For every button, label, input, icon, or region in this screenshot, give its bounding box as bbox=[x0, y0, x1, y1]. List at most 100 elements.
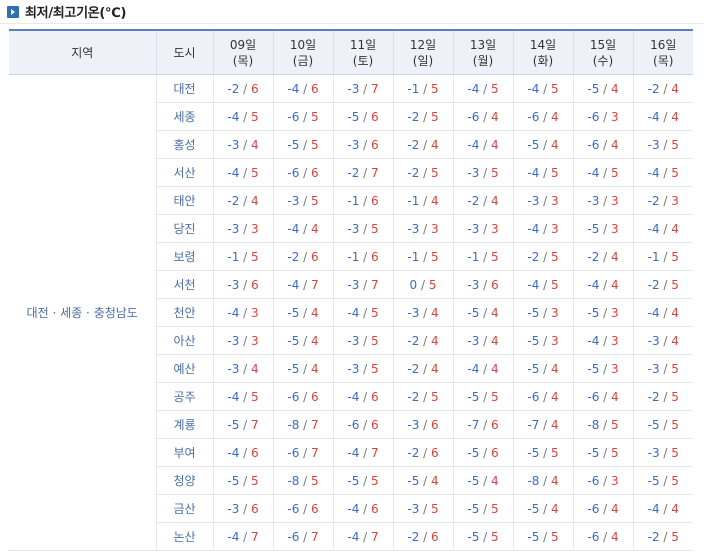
max-temp: 4 bbox=[431, 333, 439, 348]
temp-separator: / bbox=[299, 277, 311, 292]
max-temp: 3 bbox=[611, 361, 619, 376]
city-name: 당진 bbox=[156, 214, 214, 243]
max-temp: 3 bbox=[611, 333, 619, 348]
temp-cell: -3 / 5 bbox=[333, 214, 394, 243]
temp-cell: -3 / 6 bbox=[333, 130, 394, 159]
temp-cell: -4 / 5 bbox=[213, 158, 274, 187]
temp-cell: -3 / 5 bbox=[633, 354, 693, 383]
temp-cell: -7 / 6 bbox=[453, 410, 514, 439]
temp-separator: / bbox=[539, 529, 551, 544]
max-temp: 4 bbox=[671, 221, 679, 236]
min-temp: -3 bbox=[347, 81, 360, 96]
header-date: 13일 bbox=[469, 37, 497, 52]
temp-cell: -4 / 5 bbox=[333, 298, 394, 327]
temp-cell: -1 / 6 bbox=[333, 186, 394, 215]
header-region: 지역 bbox=[9, 31, 157, 75]
temp-separator: / bbox=[419, 333, 431, 348]
temp-cell: -2 / 4 bbox=[213, 186, 274, 215]
max-temp: 5 bbox=[431, 109, 439, 124]
max-temp: 5 bbox=[431, 501, 439, 516]
max-temp: 3 bbox=[491, 221, 499, 236]
max-temp: 4 bbox=[491, 305, 499, 320]
min-temp: -1 bbox=[467, 249, 480, 264]
max-temp: 7 bbox=[371, 165, 379, 180]
temp-cell: -5 / 5 bbox=[573, 438, 634, 467]
temp-separator: / bbox=[299, 529, 311, 544]
min-temp: -4 bbox=[647, 501, 660, 516]
region-cell: 대전 · 세종 · 충청남도 bbox=[9, 74, 157, 551]
temp-separator: / bbox=[659, 473, 672, 488]
temp-cell: -6 / 6 bbox=[273, 158, 334, 187]
temp-cell: -8 / 5 bbox=[273, 466, 334, 495]
max-temp: 5 bbox=[671, 529, 679, 544]
temp-separator: / bbox=[599, 165, 611, 180]
section-title: 최저/최고기온(℃) bbox=[25, 6, 127, 21]
min-temp: -7 bbox=[527, 417, 540, 432]
temp-separator: / bbox=[539, 417, 551, 432]
min-temp: -4 bbox=[647, 109, 660, 124]
temp-separator: / bbox=[479, 529, 491, 544]
temp-cell: -6 / 4 bbox=[573, 130, 634, 159]
temp-cell: -3 / 4 bbox=[393, 298, 454, 327]
temp-cell: -4 / 4 bbox=[453, 130, 514, 159]
max-temp: 5 bbox=[371, 221, 379, 236]
temp-separator: / bbox=[299, 81, 311, 96]
min-temp: -4 bbox=[227, 165, 240, 180]
temp-separator: / bbox=[359, 445, 371, 460]
temp-separator: / bbox=[419, 529, 431, 544]
max-temp: 4 bbox=[311, 305, 319, 320]
header-day: 09일 (목) bbox=[213, 31, 274, 75]
min-temp: -4 bbox=[587, 277, 600, 292]
min-temp: -4 bbox=[227, 389, 240, 404]
min-temp: -4 bbox=[527, 165, 540, 180]
max-temp: 5 bbox=[671, 277, 679, 292]
temp-separator: / bbox=[599, 81, 611, 96]
min-temp: -2 bbox=[287, 249, 300, 264]
temp-cell: -3 / 5 bbox=[453, 158, 514, 187]
max-temp: 7 bbox=[311, 417, 319, 432]
max-temp: 5 bbox=[671, 389, 679, 404]
min-temp: -5 bbox=[527, 333, 540, 348]
max-temp: 5 bbox=[671, 137, 679, 152]
min-temp: -5 bbox=[527, 529, 540, 544]
temp-cell: -2 / 5 bbox=[393, 382, 454, 411]
min-temp: -1 bbox=[647, 249, 660, 264]
temp-cell: -1 / 5 bbox=[633, 242, 693, 271]
header-date: 11일 bbox=[349, 37, 377, 52]
max-temp: 3 bbox=[611, 221, 619, 236]
min-temp: -4 bbox=[287, 277, 300, 292]
temp-separator: / bbox=[479, 417, 491, 432]
temp-separator: / bbox=[599, 333, 611, 348]
temp-cell: -4 / 5 bbox=[513, 158, 574, 187]
temp-cell: -6 / 4 bbox=[513, 102, 574, 131]
max-temp: 4 bbox=[671, 333, 679, 348]
temp-cell: -2 / 4 bbox=[393, 130, 454, 159]
temp-cell: -4 / 5 bbox=[213, 102, 274, 131]
temp-cell: -8 / 4 bbox=[513, 466, 574, 495]
min-temp: -4 bbox=[647, 165, 660, 180]
temp-cell: -3 / 3 bbox=[213, 326, 274, 355]
max-temp: 5 bbox=[671, 249, 679, 264]
temp-cell: -5 / 6 bbox=[333, 102, 394, 131]
max-temp: 6 bbox=[311, 389, 319, 404]
temp-separator: / bbox=[359, 389, 371, 404]
temp-separator: / bbox=[239, 249, 251, 264]
min-temp: -6 bbox=[287, 389, 300, 404]
max-temp: 5 bbox=[551, 81, 559, 96]
max-temp: 6 bbox=[311, 501, 319, 516]
min-temp: -3 bbox=[347, 221, 360, 236]
max-temp: 4 bbox=[431, 361, 439, 376]
temp-separator: / bbox=[299, 417, 311, 432]
max-temp: 3 bbox=[671, 193, 679, 208]
temp-separator: / bbox=[479, 473, 491, 488]
max-temp: 3 bbox=[551, 221, 559, 236]
max-temp: 5 bbox=[671, 361, 679, 376]
max-temp: 5 bbox=[371, 473, 379, 488]
city-name: 서산 bbox=[156, 158, 214, 187]
min-temp: -2 bbox=[647, 389, 660, 404]
temp-cell: -1 / 5 bbox=[453, 242, 514, 271]
temp-separator: / bbox=[359, 249, 371, 264]
header-city: 도시 bbox=[156, 31, 214, 75]
max-temp: 3 bbox=[611, 109, 619, 124]
temp-cell: -3 / 6 bbox=[213, 494, 274, 523]
